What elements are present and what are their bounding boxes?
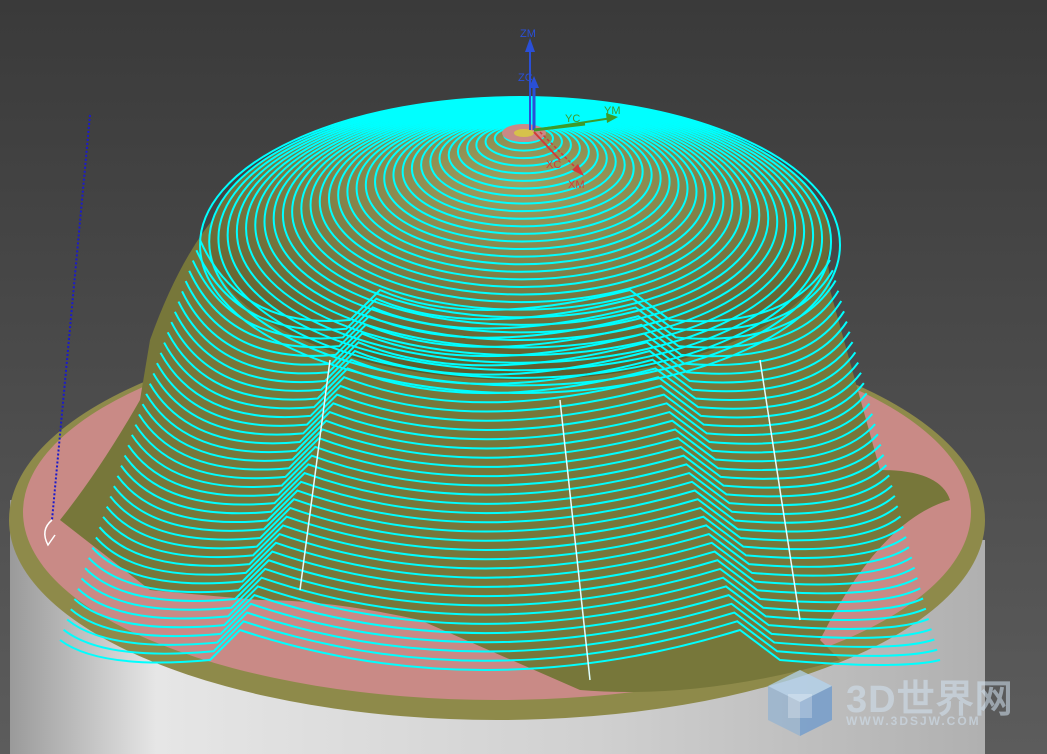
- watermark-cube-icon: [768, 670, 832, 736]
- watermark-url: WWW.3DSJW.COM: [846, 714, 981, 728]
- yc-label: YC: [565, 113, 580, 125]
- ym-label: YM: [604, 105, 621, 117]
- dome-center-marker: [502, 124, 546, 142]
- xc-label: XC: [546, 159, 561, 171]
- xm-label: XM: [568, 179, 585, 191]
- graphics-viewport[interactable]: ZM ZC YC YM XC XM 3D世界网 WWW.3DSJW.COM: [0, 0, 1047, 754]
- zc-label: ZC: [518, 72, 533, 84]
- toolpath-scene[interactable]: ZM ZC YC YM XC XM: [0, 0, 1047, 754]
- zm-label: ZM: [520, 28, 536, 40]
- watermark: 3D世界网 WWW.3DSJW.COM: [762, 664, 1042, 744]
